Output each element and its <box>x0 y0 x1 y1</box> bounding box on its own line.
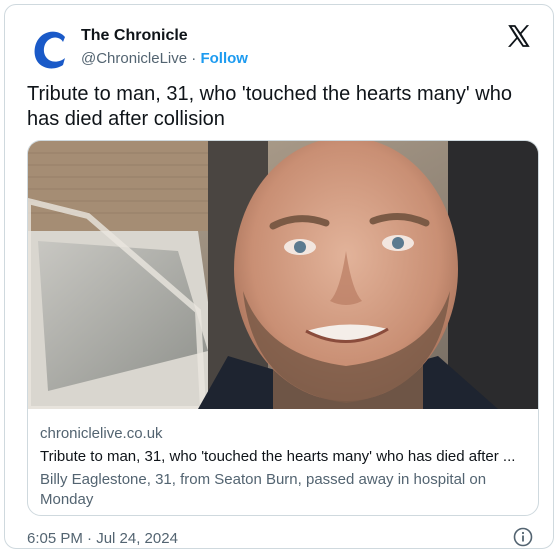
author-name[interactable]: The Chronicle <box>81 27 188 45</box>
link-title[interactable]: Tribute to man, 31, who 'touched the hea… <box>40 447 530 467</box>
author-handle[interactable]: @ChronicleLive <box>81 50 187 67</box>
tweet-embed-card: The Chronicle @ChronicleLive · Follow Tr… <box>4 4 554 549</box>
link-description: Billy Eaglestone, 31, from Seaton Burn, … <box>40 471 487 508</box>
article-photo <box>28 141 538 409</box>
chronicle-logo-icon <box>34 31 65 69</box>
tweet-text: Tribute to man, 31, who 'touched the hea… <box>27 83 512 130</box>
follow-button[interactable]: Follow <box>200 50 248 67</box>
x-logo-icon[interactable] <box>505 23 531 49</box>
link-preview-card[interactable]: chroniclelive.co.uk Tribute to man, 31, … <box>27 140 539 516</box>
separator: · <box>187 50 201 67</box>
info-icon[interactable] <box>513 527 533 547</box>
author-handle-row: @ChronicleLive · Follow <box>81 50 248 67</box>
link-domain: chroniclelive.co.uk <box>40 425 163 442</box>
link-meta: chroniclelive.co.uk Tribute to man, 31, … <box>40 424 530 510</box>
tweet-timestamp[interactable]: 6:05 PM · Jul 24, 2024 <box>27 530 178 547</box>
chronicle-avatar[interactable] <box>27 25 75 73</box>
